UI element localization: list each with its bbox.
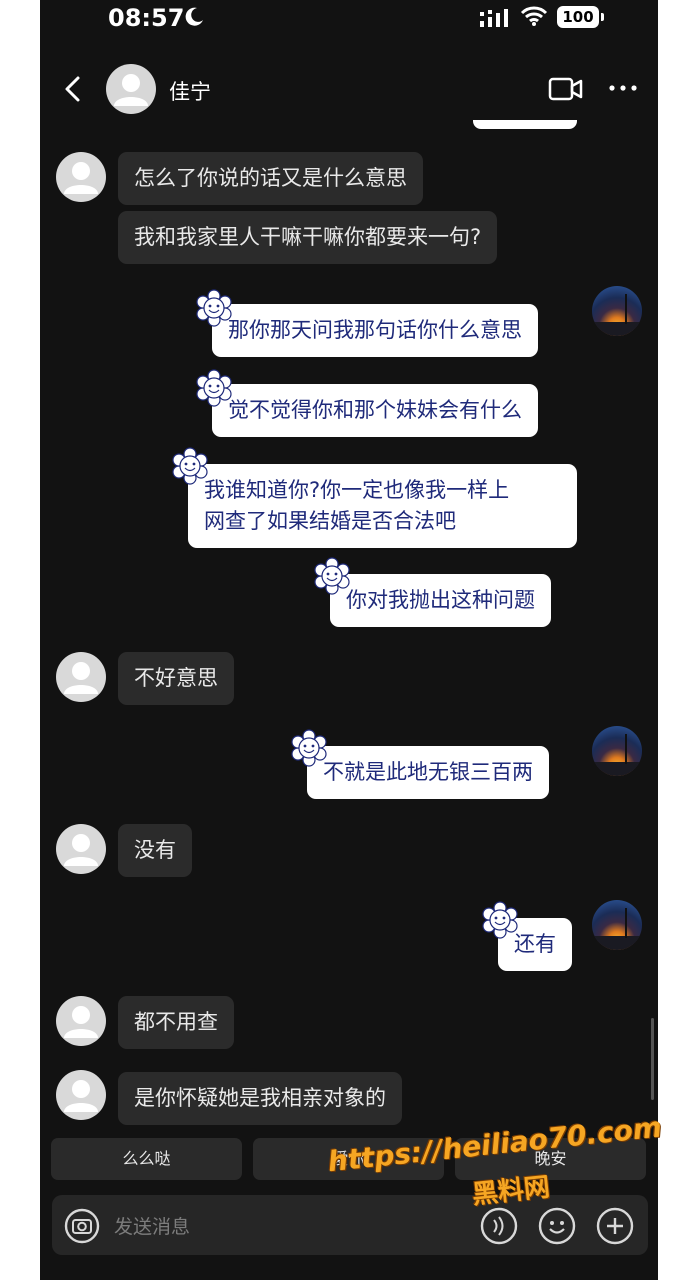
message-text: 你对我抛出这种问题 — [346, 588, 535, 612]
chat-header: 佳宁 — [40, 56, 658, 120]
message-bubble-incoming[interactable]: 怎么了你说的话又是什么意思 — [118, 152, 423, 205]
user-avatar[interactable] — [592, 286, 642, 336]
contact-avatar[interactable] — [56, 996, 106, 1046]
battery-indicator: 100 — [557, 6, 604, 28]
message-text-line: 我谁知道你?你一定也像我一样上 — [204, 478, 510, 502]
message-text: 那你那天问我那句话你什么意思 — [228, 318, 522, 342]
message-bubble-incoming[interactable]: 我和我家里人干嘛干嘛你都要来一句? — [118, 211, 498, 264]
message-bubble-outgoing[interactable]: 那你那天问我那句话你什么意思 — [212, 304, 538, 357]
flower-sticker-icon — [196, 289, 232, 327]
contact-avatar[interactable] — [56, 152, 106, 202]
user-avatar[interactable] — [592, 726, 642, 776]
message-bubble-outgoing[interactable]: 你对我抛出这种问题 — [330, 574, 551, 627]
watermark-site-name: 黑料网 — [470, 1172, 552, 1211]
message-text-line: 网查了如果结婚是否合法吧 — [204, 509, 456, 533]
flower-sticker-icon — [482, 901, 518, 939]
plus-icon[interactable] — [596, 1207, 634, 1245]
previous-message-bubble — [473, 120, 577, 129]
message-text: 不就是此地无银三百两 — [323, 760, 533, 784]
more-dots-icon[interactable] — [608, 82, 638, 94]
flower-sticker-icon — [172, 447, 208, 485]
user-avatar[interactable] — [592, 900, 642, 950]
camera-icon[interactable] — [64, 1208, 100, 1244]
message-input[interactable]: 发送消息 — [114, 1212, 190, 1239]
message-bubble-incoming[interactable]: 没有 — [118, 824, 192, 877]
flower-sticker-icon — [291, 729, 327, 767]
message-bubble-incoming[interactable]: 不好意思 — [118, 652, 234, 705]
moon-icon — [185, 7, 203, 26]
message-bubble-incoming[interactable]: 都不用查 — [118, 996, 234, 1049]
chat-screen: 08:57 100 佳宁 怎么了你说的话又是什么意思 我和我家里人干嘛干嘛你都要… — [40, 0, 658, 1280]
flower-sticker-icon — [314, 557, 350, 595]
status-time: 08:57 — [108, 4, 185, 32]
scrollbar[interactable] — [651, 1018, 654, 1100]
contact-avatar[interactable] — [56, 652, 106, 702]
message-bubble-incoming[interactable]: 是你怀疑她是我相亲对象的 — [118, 1072, 402, 1125]
cellular-signal-icon — [480, 9, 508, 27]
flower-sticker-icon — [196, 369, 232, 407]
contact-avatar[interactable] — [56, 1070, 106, 1120]
message-bubble-outgoing[interactable]: 我谁知道你?你一定也像我一样上 网查了如果结婚是否合法吧 — [188, 464, 577, 548]
contact-avatar[interactable] — [56, 824, 106, 874]
message-bubble-outgoing[interactable]: 不就是此地无银三百两 — [307, 746, 549, 799]
message-bubble-outgoing[interactable]: 觉不觉得你和那个妹妹会有什么 — [212, 384, 538, 437]
message-text: 觉不觉得你和那个妹妹会有什么 — [228, 398, 522, 422]
contact-avatar[interactable] — [106, 64, 156, 114]
message-list[interactable]: 怎么了你说的话又是什么意思 我和我家里人干嘛干嘛你都要来一句? 那你那天问我那句… — [40, 120, 658, 1130]
message-text: 还有 — [514, 932, 556, 956]
wifi-icon — [520, 6, 548, 26]
quick-reply-button[interactable]: 么么哒 — [51, 1138, 242, 1180]
status-bar: 08:57 100 — [40, 0, 658, 36]
contact-name[interactable]: 佳宁 — [169, 76, 211, 106]
video-camera-icon[interactable] — [548, 76, 584, 102]
chevron-left-icon[interactable] — [60, 74, 86, 104]
